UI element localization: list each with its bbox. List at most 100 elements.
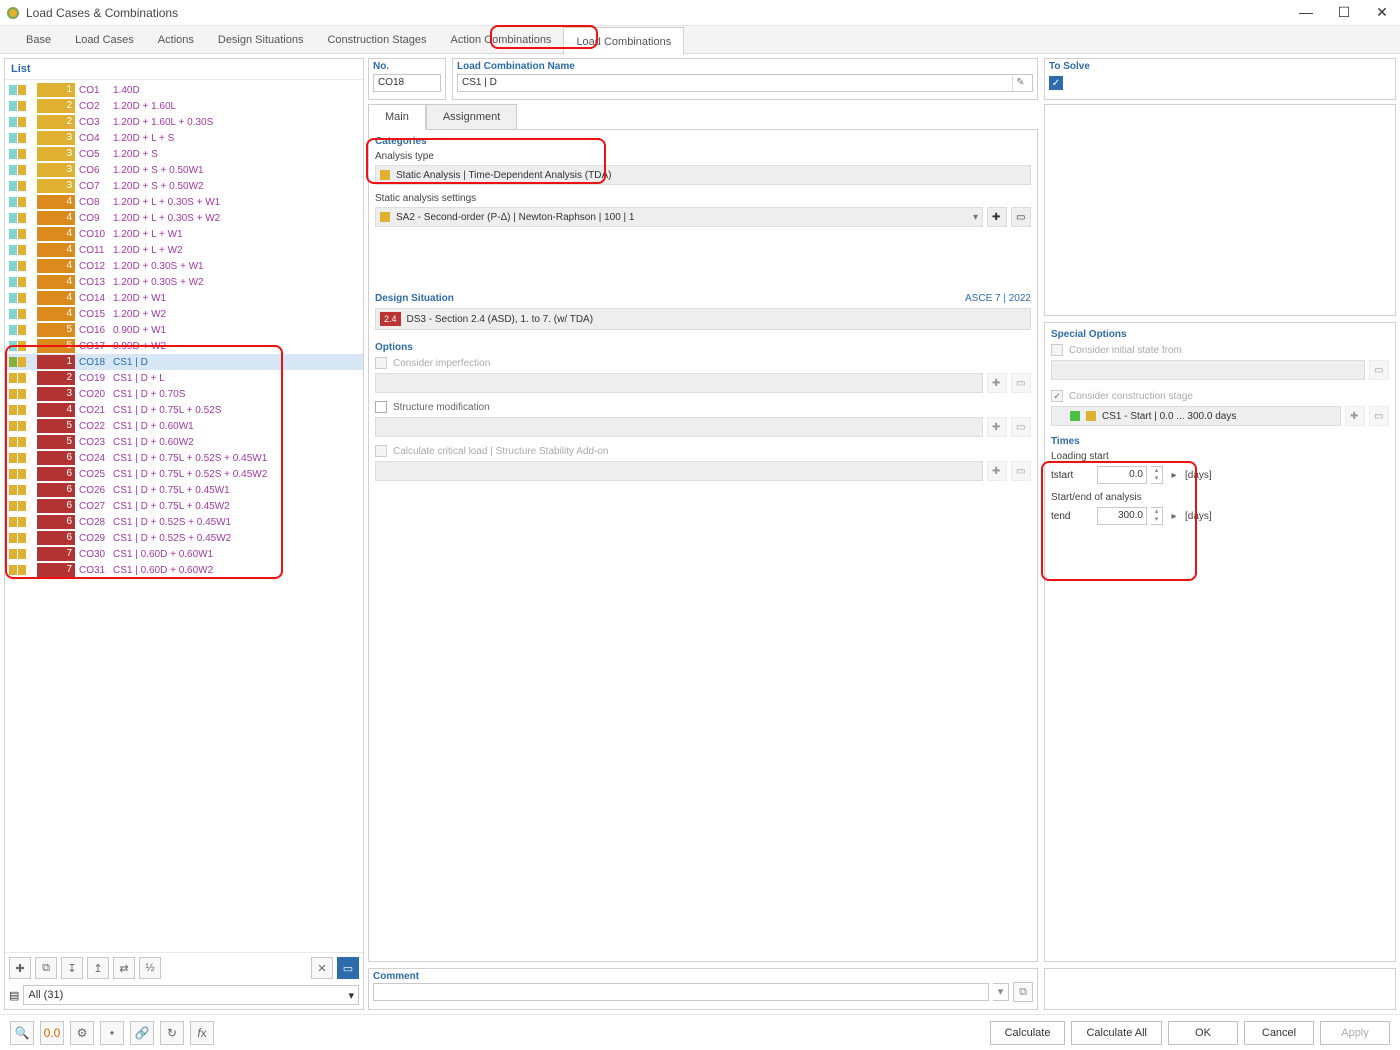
sort-asc-button[interactable]: ↧	[61, 957, 83, 979]
tend-go-icon[interactable]: ▸	[1167, 511, 1181, 522]
list-row[interactable]: 3CO51.20D + S	[5, 146, 363, 162]
comment-dropdown-icon[interactable]: ▾	[993, 983, 1009, 1001]
minimize-button[interactable]: —	[1294, 4, 1318, 21]
renumber-button[interactable]: ½	[139, 957, 161, 979]
sas-edit-button[interactable]: ▭	[1011, 207, 1031, 227]
titlebar: Load Cases & Combinations — ☐ ✕	[0, 0, 1400, 26]
maximize-button[interactable]: ☐	[1332, 4, 1356, 21]
list-row[interactable]: 5CO170.90D + W2	[5, 338, 363, 354]
analysis-type-label: Analysis type	[375, 151, 1031, 162]
dot-button[interactable]: •	[100, 1021, 124, 1045]
list-row[interactable]: 3CO61.20D + S + 0.50W1	[5, 162, 363, 178]
tab-design-situations[interactable]: Design Situations	[206, 26, 316, 54]
fx-button[interactable]: fx	[190, 1021, 214, 1045]
no-value[interactable]: CO18	[373, 74, 441, 92]
special-title: Special Options	[1051, 329, 1389, 340]
initstate-edit-button: ▭	[1369, 360, 1389, 380]
tstart-go-icon[interactable]: ▸	[1167, 470, 1181, 481]
toggle-view-button[interactable]: ▭	[337, 957, 359, 979]
refresh-button[interactable]: ↻	[160, 1021, 184, 1045]
filter-dropdown[interactable]: All (31) ▾	[23, 985, 359, 1005]
subtab-main[interactable]: Main	[368, 104, 426, 130]
list-row[interactable]: 2CO19CS1 | D + L	[5, 370, 363, 386]
list-row[interactable]: 1CO18CS1 | D	[5, 354, 363, 370]
filter-icon[interactable]: ▤	[9, 989, 19, 1002]
tend-label: tend	[1051, 511, 1093, 522]
list-row[interactable]: 7CO31CS1 | 0.60D + 0.60W2	[5, 562, 363, 578]
list-row[interactable]: 3CO41.20D + L + S	[5, 130, 363, 146]
list-row[interactable]: 4CO111.20D + L + W2	[5, 242, 363, 258]
apply-button[interactable]: Apply	[1320, 1021, 1390, 1045]
close-button[interactable]: ✕	[1370, 4, 1394, 21]
solve-checkbox[interactable]: ✓	[1049, 76, 1063, 90]
edit-icon[interactable]: ✎	[1012, 75, 1028, 91]
tab-load-combinations[interactable]: Load Combinations	[563, 27, 684, 55]
list-row[interactable]: 1CO11.40D	[5, 82, 363, 98]
list-panel: List 1CO11.40D2CO21.20D + 1.60L2CO31.20D…	[4, 58, 364, 1010]
ds-value: DS3 - Section 2.4 (ASD), 1. to 7. (w/ TD…	[407, 314, 594, 325]
tab-action-combinations[interactable]: Action Combinations	[439, 26, 564, 54]
model-button[interactable]: ⚙	[70, 1021, 94, 1045]
calculate-button[interactable]: Calculate	[990, 1021, 1066, 1045]
tab-load-cases[interactable]: Load Cases	[63, 26, 146, 54]
list-row[interactable]: 3CO71.20D + S + 0.50W2	[5, 178, 363, 194]
name-value[interactable]: CS1 | D ✎	[457, 74, 1033, 92]
comment-library-button[interactable]: ⧉	[1013, 982, 1033, 1002]
tab-base[interactable]: Base	[14, 26, 63, 54]
link-button[interactable]: 🔗	[130, 1021, 154, 1045]
tstart-input[interactable]: 0.0	[1097, 466, 1147, 484]
list-row[interactable]: 4CO91.20D + L + 0.30S + W2	[5, 210, 363, 226]
tend-spinner[interactable]: ▴▾	[1151, 507, 1163, 525]
ds-row[interactable]: 2.4 DS3 - Section 2.4 (ASD), 1. to 7. (w…	[375, 308, 1031, 330]
list-row[interactable]: 5CO160.90D + W1	[5, 322, 363, 338]
sort-desc-button[interactable]: ↥	[87, 957, 109, 979]
delete-button[interactable]: ✕	[311, 957, 333, 979]
comment-box: Comment ▾ ⧉	[368, 968, 1038, 1010]
comment-input[interactable]	[373, 983, 989, 1001]
tstart-spinner[interactable]: ▴▾	[1151, 466, 1163, 484]
chevron-down-icon: ▾	[973, 212, 978, 223]
loading-start-label: Loading start	[1051, 451, 1389, 462]
swap-button[interactable]: ⇄	[113, 957, 135, 979]
tab-actions[interactable]: Actions	[146, 26, 206, 54]
list-row[interactable]: 5CO23CS1 | D + 0.60W2	[5, 434, 363, 450]
copy-button[interactable]: ⧉	[35, 957, 57, 979]
list-row[interactable]: 4CO141.20D + W1	[5, 290, 363, 306]
list-row[interactable]: 6CO29CS1 | D + 0.52S + 0.45W2	[5, 530, 363, 546]
list-row[interactable]: 6CO24CS1 | D + 0.75L + 0.52S + 0.45W1	[5, 450, 363, 466]
analysis-type-pill[interactable]: Static Analysis | Time-Dependent Analysi…	[375, 165, 1031, 185]
list-row[interactable]: 7CO30CS1 | 0.60D + 0.60W1	[5, 546, 363, 562]
list-row[interactable]: 4CO151.20D + W2	[5, 306, 363, 322]
units-button[interactable]: 0.0	[40, 1021, 64, 1045]
imperfection-field	[375, 373, 983, 393]
new-button[interactable]: ✚	[9, 957, 31, 979]
list-row[interactable]: 6CO25CS1 | D + 0.75L + 0.52S + 0.45W2	[5, 466, 363, 482]
list-row[interactable]: 2CO21.20D + 1.60L	[5, 98, 363, 114]
ok-button[interactable]: OK	[1168, 1021, 1238, 1045]
list-row[interactable]: 5CO22CS1 | D + 0.60W1	[5, 418, 363, 434]
sas-new-button[interactable]: ✚	[987, 207, 1007, 227]
list-row[interactable]: 4CO101.20D + L + W1	[5, 226, 363, 242]
constage-field[interactable]: CS1 - Start | 0.0 ... 300.0 days	[1051, 406, 1341, 426]
list-row[interactable]: 4CO121.20D + 0.30S + W1	[5, 258, 363, 274]
list-row[interactable]: 6CO28CS1 | D + 0.52S + 0.45W1	[5, 514, 363, 530]
list-row[interactable]: 2CO31.20D + 1.60L + 0.30S	[5, 114, 363, 130]
help-button[interactable]: 🔍	[10, 1021, 34, 1045]
opt-structmod[interactable]: Structure modification	[375, 401, 1031, 413]
sas-dropdown[interactable]: SA2 - Second-order (P-Δ) | Newton-Raphso…	[375, 207, 983, 227]
initstate-field	[1051, 360, 1365, 380]
list-row[interactable]: 4CO21CS1 | D + 0.75L + 0.52S	[5, 402, 363, 418]
tstart-unit: [days]	[1185, 470, 1212, 481]
list-row[interactable]: 3CO20CS1 | D + 0.70S	[5, 386, 363, 402]
list-row[interactable]: 4CO131.20D + 0.30S + W2	[5, 274, 363, 290]
tab-construction-stages[interactable]: Construction Stages	[315, 26, 438, 54]
list-row[interactable]: 6CO26CS1 | D + 0.75L + 0.45W1	[5, 482, 363, 498]
cancel-button[interactable]: Cancel	[1244, 1021, 1314, 1045]
list-row[interactable]: 4CO81.20D + L + 0.30S + W1	[5, 194, 363, 210]
list-row[interactable]: 6CO27CS1 | D + 0.75L + 0.45W2	[5, 498, 363, 514]
field-solve: To Solve ✓	[1044, 58, 1396, 100]
tend-input[interactable]: 300.0	[1097, 507, 1147, 525]
subtab-assignment[interactable]: Assignment	[426, 104, 517, 130]
critload-field	[375, 461, 983, 481]
calculate-all-button[interactable]: Calculate All	[1071, 1021, 1162, 1045]
